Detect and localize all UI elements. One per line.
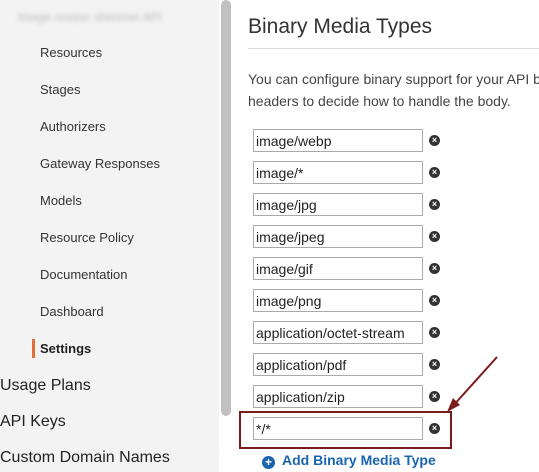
annotation-arrow-icon	[447, 356, 498, 412]
nav-usage-plans[interactable]: Usage Plans	[0, 377, 91, 395]
sidebar-item-settings[interactable]: Settings	[40, 341, 91, 356]
sidebar-item-stages[interactable]: Stages	[40, 82, 80, 97]
sidebar-item-resources[interactable]: Resources	[40, 45, 102, 60]
sidebar-item-resource-policy[interactable]: Resource Policy	[40, 230, 134, 245]
sidebar-item-models[interactable]: Models	[40, 193, 82, 208]
sidebar-item-authorizers[interactable]: Authorizers	[40, 119, 106, 134]
active-indicator	[32, 339, 35, 358]
main-panel: Binary Media Types You can configure bin…	[233, 0, 539, 472]
nav-custom-domain-names[interactable]: Custom Domain Names	[0, 449, 170, 467]
nav-api-keys[interactable]: API Keys	[0, 413, 66, 431]
sidebar-scroll-thumb[interactable]	[221, 0, 231, 416]
sidebar: Image resizer shimmer API Resources Stag…	[0, 0, 219, 472]
api-name: Image resizer shimmer API	[18, 10, 163, 24]
sidebar-item-dashboard[interactable]: Dashboard	[40, 304, 104, 319]
sidebar-item-documentation[interactable]: Documentation	[40, 267, 127, 282]
sidebar-item-gateway-responses[interactable]: Gateway Responses	[40, 156, 160, 171]
